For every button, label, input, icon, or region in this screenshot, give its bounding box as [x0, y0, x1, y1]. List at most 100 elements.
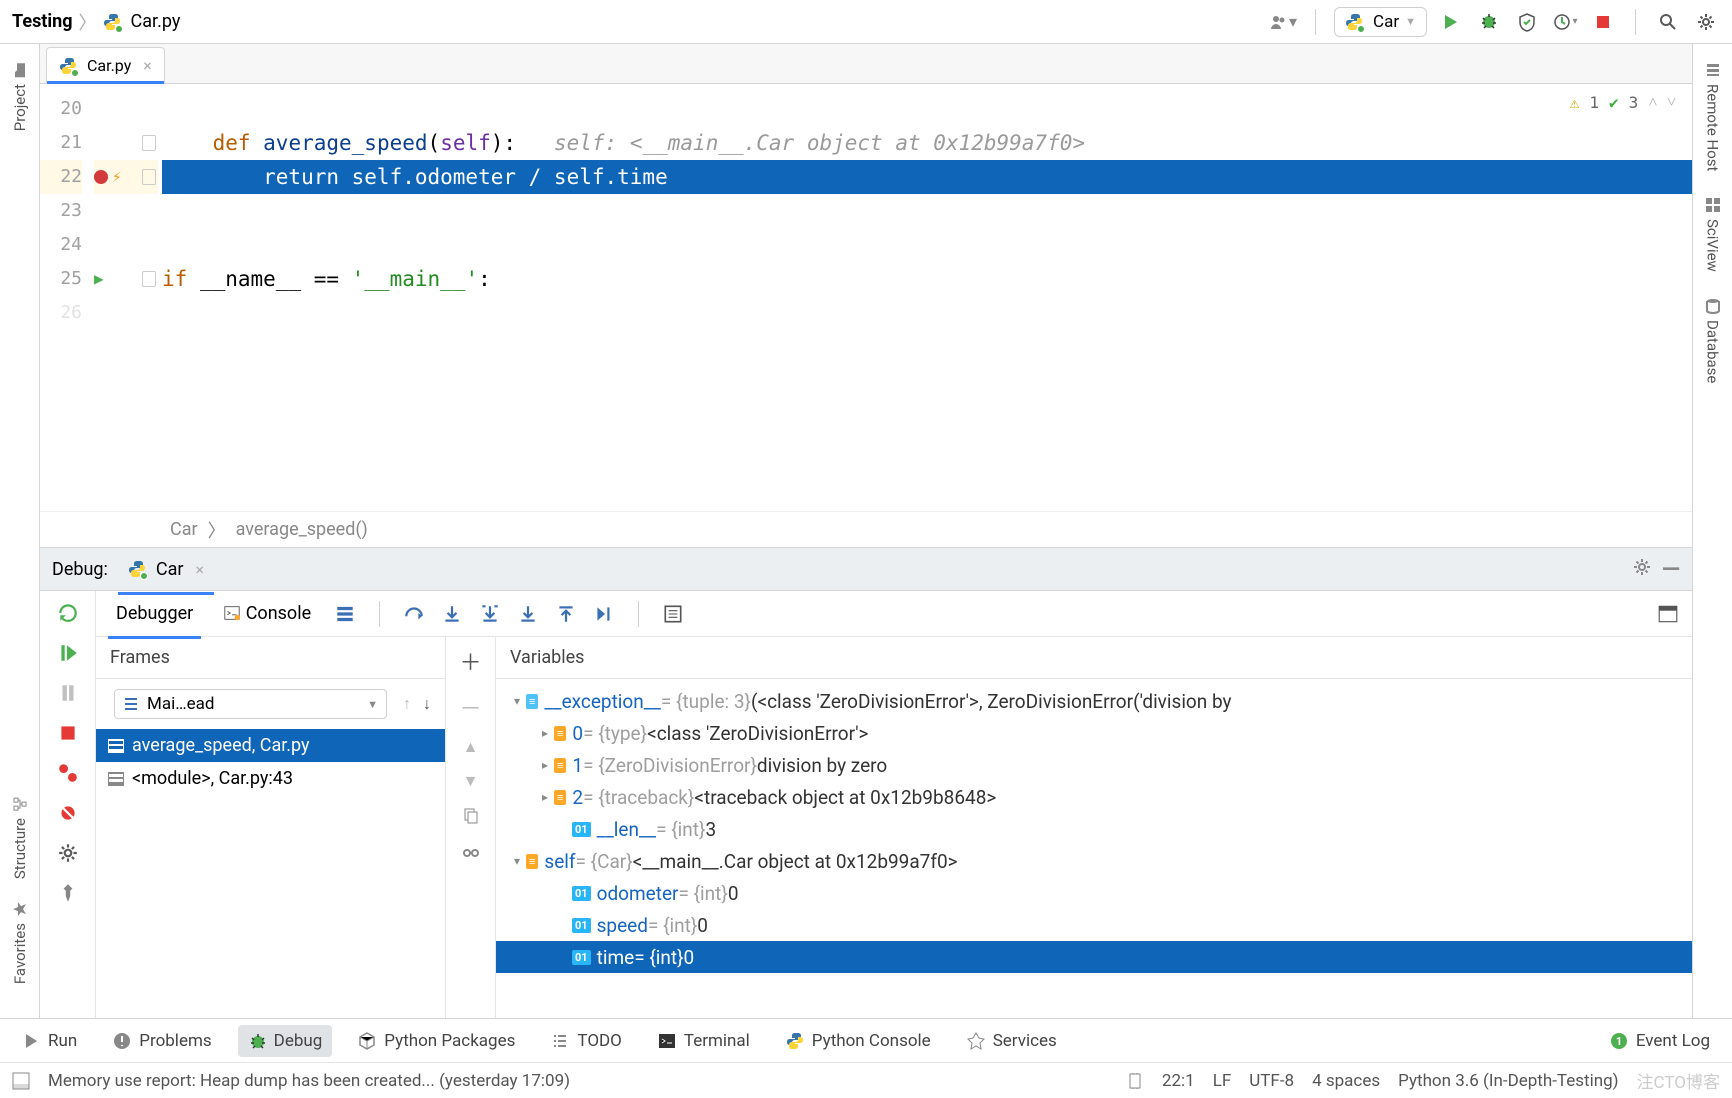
run-config-combo[interactable]: Car ▼ [1334, 7, 1427, 37]
breadcrumb-file[interactable]: Car.py [131, 11, 181, 32]
stack-frame[interactable]: <module>, Car.py:43 [96, 762, 445, 795]
fold-icon[interactable] [142, 169, 156, 185]
debug-button[interactable] [1475, 8, 1503, 36]
copy-icon[interactable] [461, 805, 481, 829]
layout-settings-icon[interactable] [1656, 602, 1680, 626]
editor-inspections[interactable]: ⚠1 ✔3 ˄ ˅ [1570, 92, 1676, 112]
var-row[interactable]: ▾≡self = {Car} <__main__.Car object at 0… [496, 845, 1692, 877]
users-icon[interactable]: ▾ [1269, 8, 1297, 36]
add-watch-icon[interactable]: ＋ [459, 645, 481, 677]
var-row-selected[interactable]: 01time = {int} 0 [496, 941, 1692, 973]
pin-icon[interactable] [54, 879, 82, 907]
toolwindow-toggle-icon[interactable] [12, 1072, 30, 1090]
var-row[interactable]: ▸≡0 = {type} <class 'ZeroDivisionError'> [496, 717, 1692, 749]
star-icon [12, 901, 28, 917]
thread-combo[interactable]: Mai…ead ▼ [114, 689, 387, 719]
toolwindow-database[interactable]: Database [1704, 290, 1722, 391]
debug-settings-icon[interactable] [1632, 557, 1652, 582]
run-gutter-icon[interactable]: ▶ [94, 262, 104, 296]
breadcrumb-root[interactable]: Testing [12, 11, 73, 32]
mute-breakpoints-icon[interactable] [54, 799, 82, 827]
memory-icon[interactable] [1126, 1072, 1144, 1090]
breadcrumb[interactable]: Testing 〉 Car.py [12, 9, 180, 35]
run-to-cursor-icon[interactable] [592, 602, 616, 626]
run-button[interactable] [1437, 8, 1465, 36]
toolwindow-todo[interactable]: TODO [541, 1025, 631, 1057]
todo-icon [551, 1032, 569, 1050]
var-row[interactable]: 01speed = {int} 0 [496, 909, 1692, 941]
toolwindow-python-console[interactable]: Python Console [776, 1025, 941, 1057]
prev-frame-icon[interactable]: ↑ [397, 694, 417, 714]
status-indent[interactable]: 4 spaces [1312, 1071, 1380, 1091]
resume-icon[interactable] [54, 639, 82, 667]
toolwindow-terminal[interactable]: Terminal [648, 1025, 760, 1057]
chevron-right-icon: 〉 [79, 9, 97, 35]
status-position[interactable]: 22:1 [1162, 1071, 1195, 1091]
fold-icon[interactable] [142, 271, 156, 287]
next-frame-icon[interactable]: ↓ [417, 694, 437, 714]
tab-debugger[interactable]: Debugger [108, 597, 201, 630]
step-into-icon[interactable] [440, 602, 464, 626]
move-down-icon[interactable]: ▼ [463, 771, 479, 791]
code-content[interactable]: def average_speed(self): self: <__main__… [162, 84, 1692, 511]
python-icon [1345, 13, 1363, 31]
tab-console[interactable]: Console [215, 597, 319, 630]
view-breakpoints-icon[interactable] [54, 759, 82, 787]
editor-tab-car[interactable]: Car.py × [46, 47, 165, 83]
pause-icon[interactable] [54, 679, 82, 707]
glasses-icon[interactable] [461, 843, 481, 867]
toolwindow-debug[interactable]: Debug [238, 1025, 333, 1057]
stack-frame[interactable]: average_speed, Car.py [96, 729, 445, 762]
move-up-icon[interactable]: ▲ [463, 737, 479, 757]
toolwindow-sciview[interactable]: SciView [1704, 189, 1722, 280]
toolwindow-favorites[interactable]: Favorites [11, 893, 29, 992]
var-row[interactable]: ▸≡2 = {traceback} <traceback object at 0… [496, 781, 1692, 813]
settings-button[interactable] [1692, 8, 1720, 36]
status-line-sep[interactable]: LF [1213, 1071, 1232, 1091]
breakpoint-icon[interactable] [94, 170, 108, 184]
toolwindow-sciview-label: SciView [1704, 219, 1722, 272]
toolwindow-python-packages[interactable]: Python Packages [348, 1025, 525, 1057]
threads-icon[interactable] [333, 602, 357, 626]
stop-button[interactable] [1589, 8, 1617, 36]
search-button[interactable] [1654, 8, 1682, 36]
status-message[interactable]: Memory use report: Heap dump has been cr… [48, 1071, 570, 1091]
chevron-updown-icon[interactable]: ˄ ˅ [1648, 92, 1676, 112]
rerun-icon[interactable] [54, 599, 82, 627]
toolwindow-problems[interactable]: Problems [103, 1025, 221, 1057]
variables-tree[interactable]: ▾≡__exception__ = {tuple: 3} (<class 'Ze… [496, 679, 1692, 1018]
toolwindow-event-log[interactable]: 1Event Log [1600, 1025, 1720, 1057]
var-row[interactable]: ▸≡1 = {ZeroDivisionError} division by ze… [496, 749, 1692, 781]
toolwindow-run[interactable]: Run [12, 1025, 87, 1057]
status-bar: Memory use report: Heap dump has been cr… [0, 1062, 1732, 1098]
minimize-icon[interactable]: — [1662, 555, 1680, 583]
toolwindow-structure[interactable]: Structure [11, 788, 29, 887]
var-row[interactable]: 01__len__ = {int} 3 [496, 813, 1692, 845]
toolwindow-project[interactable]: Project [11, 54, 29, 139]
coverage-button[interactable] [1513, 8, 1541, 36]
var-row[interactable]: 01odometer = {int} 0 [496, 877, 1692, 909]
close-icon[interactable]: × [195, 560, 204, 579]
status-encoding[interactable]: UTF-8 [1249, 1071, 1294, 1091]
remove-watch-icon[interactable]: － [459, 691, 481, 723]
step-over-icon[interactable] [402, 602, 426, 626]
status-interpreter[interactable]: Python 3.6 (In-Depth-Testing) [1398, 1071, 1618, 1091]
debug-session-tab[interactable]: Car × [118, 553, 214, 586]
profile-button[interactable]: ▾ [1551, 8, 1579, 36]
debug-settings-icon[interactable] [54, 839, 82, 867]
stop-icon[interactable] [54, 719, 82, 747]
crumb-class[interactable]: Car [170, 519, 198, 540]
step-into-my-icon[interactable] [478, 602, 502, 626]
toolwindow-services[interactable]: Services [957, 1025, 1067, 1057]
var-row[interactable]: ▾≡__exception__ = {tuple: 3} (<class 'Ze… [496, 685, 1692, 717]
evaluate-icon[interactable] [661, 602, 685, 626]
force-step-into-icon[interactable] [516, 602, 540, 626]
close-tab-icon[interactable]: × [143, 56, 152, 75]
code-editor[interactable]: 20 21 22 23 24 25 26 ⚡ ▶ def average_spe… [40, 84, 1692, 511]
toolwindow-remotehost[interactable]: Remote Host [1704, 54, 1722, 179]
crumb-func[interactable]: average_speed() [236, 519, 368, 540]
editor-breadcrumb[interactable]: Car 〉 average_speed() [40, 511, 1692, 547]
step-out-icon[interactable] [554, 602, 578, 626]
ok-count: 3 [1629, 93, 1639, 112]
fold-icon[interactable] [142, 135, 156, 151]
